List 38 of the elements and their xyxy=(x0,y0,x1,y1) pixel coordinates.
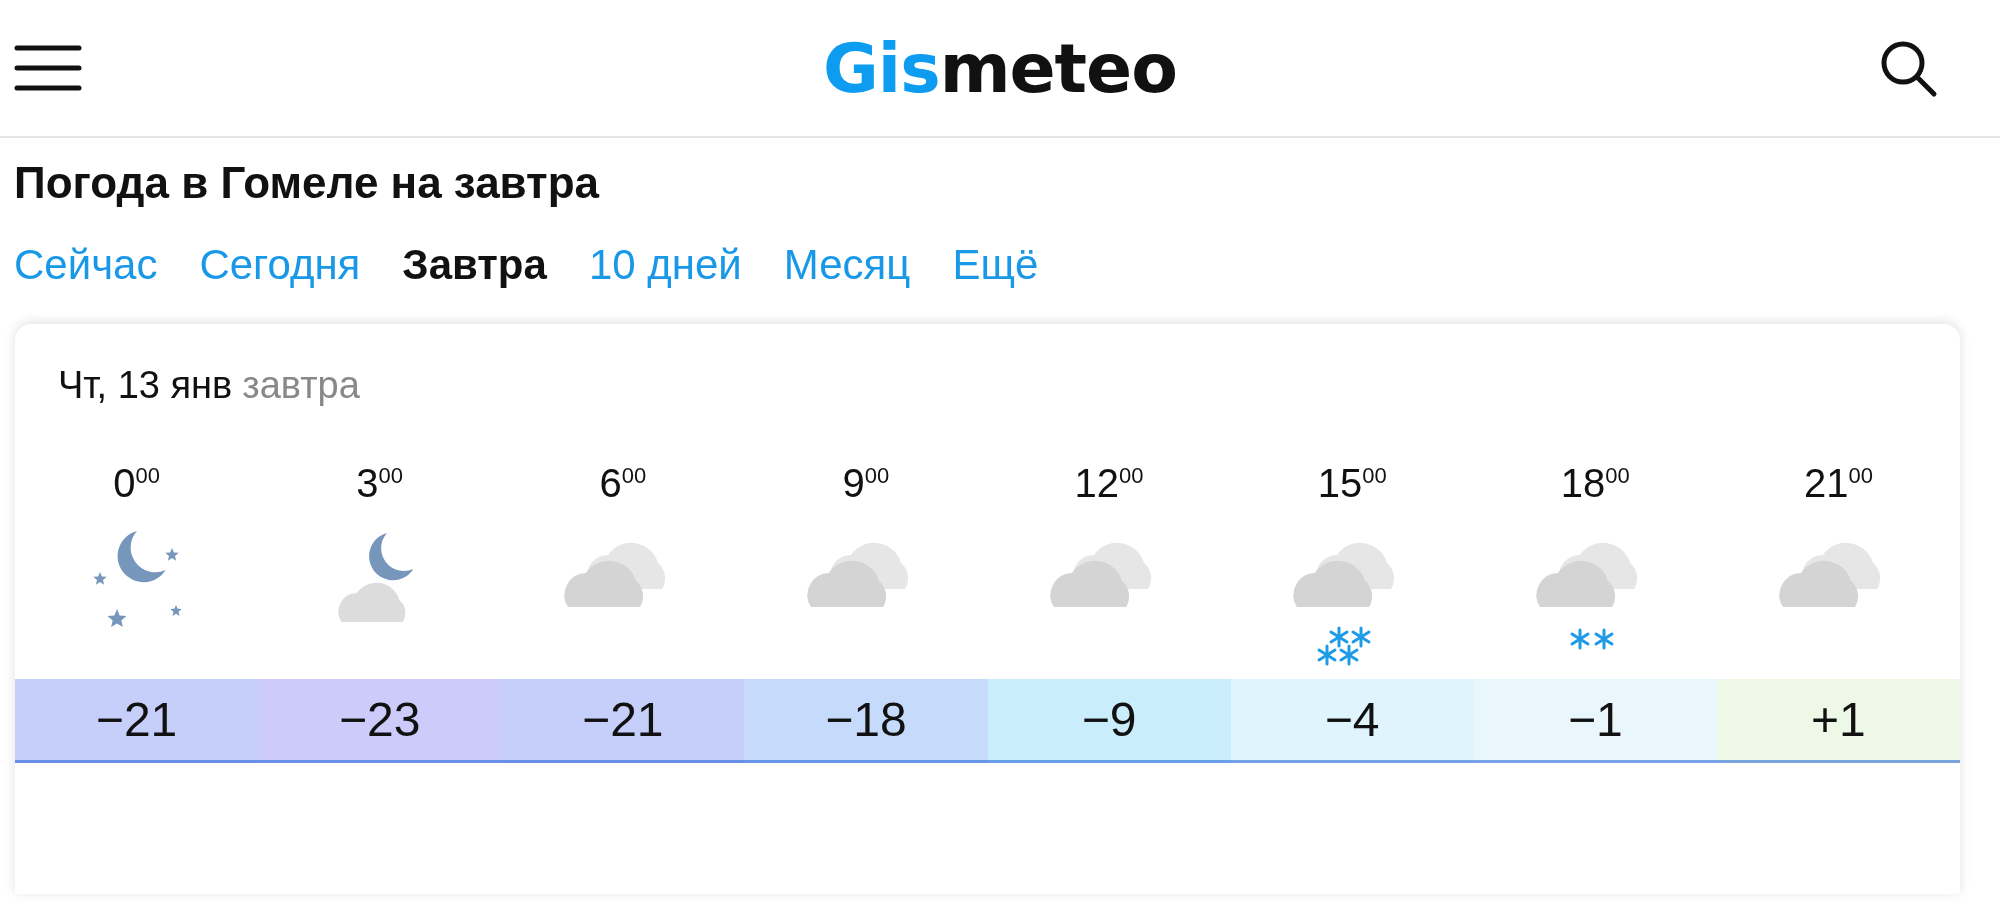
temperature-bar: +1 xyxy=(1716,679,1960,763)
temperature-bar: −4 xyxy=(1230,679,1474,763)
date-label: Чт, 13 янв xyxy=(58,363,233,408)
snow-icon xyxy=(1317,626,1371,666)
tab[interactable]: 10 дней xyxy=(588,236,742,294)
temperature-bar: −9 xyxy=(987,679,1231,763)
tab[interactable]: Сегодня xyxy=(199,236,361,294)
hour-label: 0$^{00}$ xyxy=(113,460,160,507)
hour-label: 3$^{00}$ xyxy=(356,460,404,507)
clouds-icon xyxy=(1050,542,1152,607)
clouds-icon xyxy=(1779,542,1881,607)
tab[interactable]: Завтра xyxy=(402,236,547,294)
tab[interactable]: Сейчас xyxy=(14,236,158,294)
moon-stars-icon xyxy=(92,531,182,628)
temperature-bar: −1 xyxy=(1473,679,1717,763)
menu-button[interactable] xyxy=(14,43,82,93)
hour-label: 9$^{00}$ xyxy=(842,460,890,507)
hour-label: 12$^{00}$ xyxy=(1074,460,1144,507)
menu-icon xyxy=(14,43,82,93)
logo[interactable]: Gismeteo xyxy=(823,28,1177,108)
temperature-bar: −21 xyxy=(15,679,259,763)
tab[interactable]: Ещё xyxy=(952,236,1039,294)
clouds-icon xyxy=(807,542,909,607)
page-title: Погода в Гомеле на завтра xyxy=(14,157,601,209)
date-note: завтра xyxy=(242,363,360,408)
temperature-bar: −21 xyxy=(501,679,745,763)
temperature-bar: −18 xyxy=(744,679,988,763)
temperature-bar: −23 xyxy=(258,679,502,763)
hour-label: 21$^{00}$ xyxy=(1803,460,1873,507)
clouds-icon xyxy=(564,542,665,607)
clouds-icon xyxy=(1293,542,1395,607)
hour-label: 6$^{00}$ xyxy=(599,460,647,507)
hour-label: 18$^{00}$ xyxy=(1560,460,1630,507)
tab[interactable]: Месяц xyxy=(783,236,911,294)
snow-icon xyxy=(1570,628,1614,650)
moon-cloud-icon xyxy=(338,533,414,622)
clouds-icon xyxy=(1536,542,1638,607)
hour-label: 15$^{00}$ xyxy=(1317,460,1387,507)
